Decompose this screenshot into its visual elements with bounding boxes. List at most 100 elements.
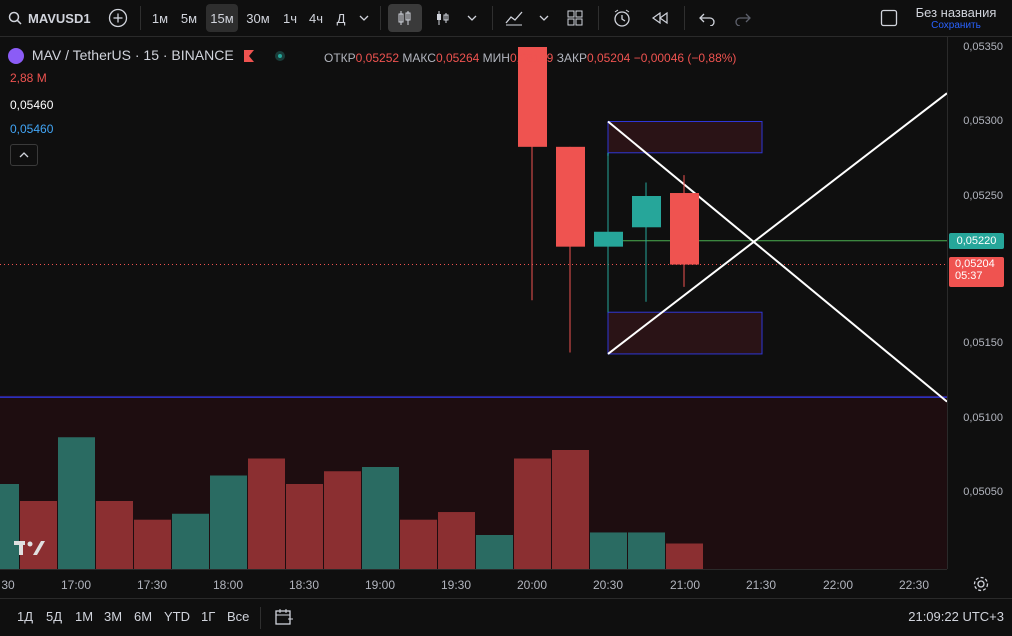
time-tick: 22:00: [822, 578, 854, 592]
time-tick: 17:30: [136, 578, 168, 592]
range-1d[interactable]: 1Д: [17, 609, 33, 624]
time-tick: 19:30: [440, 578, 472, 592]
undo-icon: [699, 13, 715, 26]
indicators-icon: [505, 11, 523, 26]
candle-body: [670, 193, 699, 265]
chevron-down-icon: [359, 15, 369, 21]
symbol-logo: [8, 48, 24, 65]
undo-button[interactable]: [694, 4, 720, 32]
close-label: ЗАКР: [556, 51, 587, 65]
bottom-toolbar: 1Д 5Д 1М 3М 6М YTD 1Г Все 21:09:22 UTC+3: [0, 598, 1012, 636]
candle-body: [556, 146, 585, 247]
interval-dropdown[interactable]: [354, 4, 374, 32]
chart-pane[interactable]: MAV / TetherUS · 15 · BINANCE ОТКР0,0525…: [0, 37, 947, 569]
symbol-legend: MAV / TetherUS · 15 · BINANCE: [8, 47, 286, 65]
volume-value: 2,88 М: [10, 71, 47, 85]
indicators-dropdown[interactable]: [534, 4, 554, 32]
volume-bar: [96, 501, 133, 569]
candles-icon: [398, 11, 411, 25]
interval-4h[interactable]: 4ч: [304, 4, 328, 32]
open-label: ОТКР: [324, 51, 356, 65]
grid-icon: [567, 10, 583, 26]
search-icon: [8, 11, 22, 25]
divider: [492, 6, 493, 30]
bars-icon: [437, 11, 449, 25]
redo-button[interactable]: [730, 4, 756, 32]
time-tick: 21:30: [745, 578, 777, 592]
collapse-legend-button[interactable]: [10, 144, 38, 166]
layouts-button[interactable]: [562, 4, 588, 32]
goto-date-button[interactable]: [274, 608, 294, 631]
divider: [260, 607, 261, 629]
time-tick: 18:30: [288, 578, 320, 592]
interval-5m[interactable]: 5м: [176, 4, 202, 32]
change-value: −0,00046 (−0,88%): [633, 51, 737, 65]
high-value: 0,05264: [435, 51, 480, 65]
interval-15m[interactable]: 15м: [206, 4, 238, 32]
low-value: 0,05189: [509, 51, 554, 65]
save-link[interactable]: Сохранить: [906, 20, 1006, 31]
range-1y[interactable]: 1Г: [201, 609, 215, 624]
range-3m[interactable]: 3М: [104, 609, 122, 624]
layout-toggle-button[interactable]: [878, 4, 900, 32]
time-axis[interactable]: 30 17:00 17:30 18:00 18:30 19:00 19:30 2…: [0, 569, 947, 598]
layout-name-block[interactable]: Без названия Сохранить: [906, 5, 1006, 31]
market-status-icon[interactable]: [275, 51, 286, 62]
candle-body: [594, 231, 623, 247]
interval-1h[interactable]: 1ч: [278, 4, 302, 32]
candle-body: [632, 196, 661, 228]
replay-button[interactable]: [646, 4, 674, 32]
volume-bar: [514, 458, 551, 569]
gear-icon: [973, 576, 989, 592]
interval-1m[interactable]: 1м: [148, 4, 172, 32]
chart-canvas: [0, 47, 947, 569]
interval-30m[interactable]: 30м: [242, 4, 274, 32]
indicator-value-1: 0,05460: [10, 98, 54, 112]
range-1m[interactable]: 1М: [75, 609, 93, 624]
chart-drawings: [0, 92, 947, 403]
price-tick: 0,05250: [963, 190, 1003, 202]
chart-type-dropdown[interactable]: [462, 4, 482, 32]
price-tick: 0,05350: [963, 41, 1003, 53]
flag-icon[interactable]: [243, 50, 254, 63]
support-zone: [607, 311, 763, 355]
volume-bar: [324, 471, 361, 569]
range-all[interactable]: Все: [227, 609, 249, 624]
chart-settings-button[interactable]: [972, 575, 990, 598]
volume-bar: [476, 535, 513, 569]
tradingview-logo[interactable]: [14, 539, 46, 563]
volume-bar: [438, 512, 475, 569]
price-tick: 0,05150: [963, 337, 1003, 349]
trendline-down: [607, 120, 947, 403]
compare-add-button[interactable]: [106, 4, 130, 32]
clock-timezone[interactable]: 21:09:22 UTC+3: [908, 609, 1004, 624]
range-ytd[interactable]: YTD: [164, 609, 190, 624]
alert-button[interactable]: [608, 4, 636, 32]
top-toolbar: MAVUSD1 1м 5м 15м 30м 1ч 4ч Д Без назван…: [0, 0, 1012, 37]
range-6m[interactable]: 6М: [134, 609, 152, 624]
range-5d[interactable]: 5Д: [46, 609, 62, 624]
time-tick: 22:30: [898, 578, 930, 592]
tv-logo-icon: [14, 541, 45, 555]
volume-bar: [286, 484, 323, 569]
price-axis[interactable]: 0,05350 0,05300 0,05250 0,05150 0,05100 …: [947, 37, 1012, 569]
close-value: 0,05204: [586, 51, 631, 65]
time-tick: 20:00: [516, 578, 548, 592]
volume-bar: [628, 532, 665, 569]
chart-type-alt-button[interactable]: [430, 4, 456, 32]
volume-bar: [400, 519, 437, 569]
interval-day[interactable]: Д: [330, 4, 352, 32]
symbol-search[interactable]: MAVUSD1: [8, 4, 100, 32]
chart-type-candles-button[interactable]: [388, 4, 422, 32]
time-tick: 20:30: [592, 578, 624, 592]
volume-bar: [666, 543, 703, 569]
time-tick: 17:00: [60, 578, 92, 592]
chevron-down-icon: [539, 15, 549, 21]
indicators-button[interactable]: [502, 4, 526, 32]
volume-bar: [248, 458, 285, 569]
bar-countdown: 05:37: [955, 270, 983, 282]
symbol-label: MAVUSD1: [28, 10, 91, 26]
volume-bar: [134, 519, 171, 569]
divider: [380, 6, 381, 30]
time-tick: 30: [1, 578, 15, 592]
